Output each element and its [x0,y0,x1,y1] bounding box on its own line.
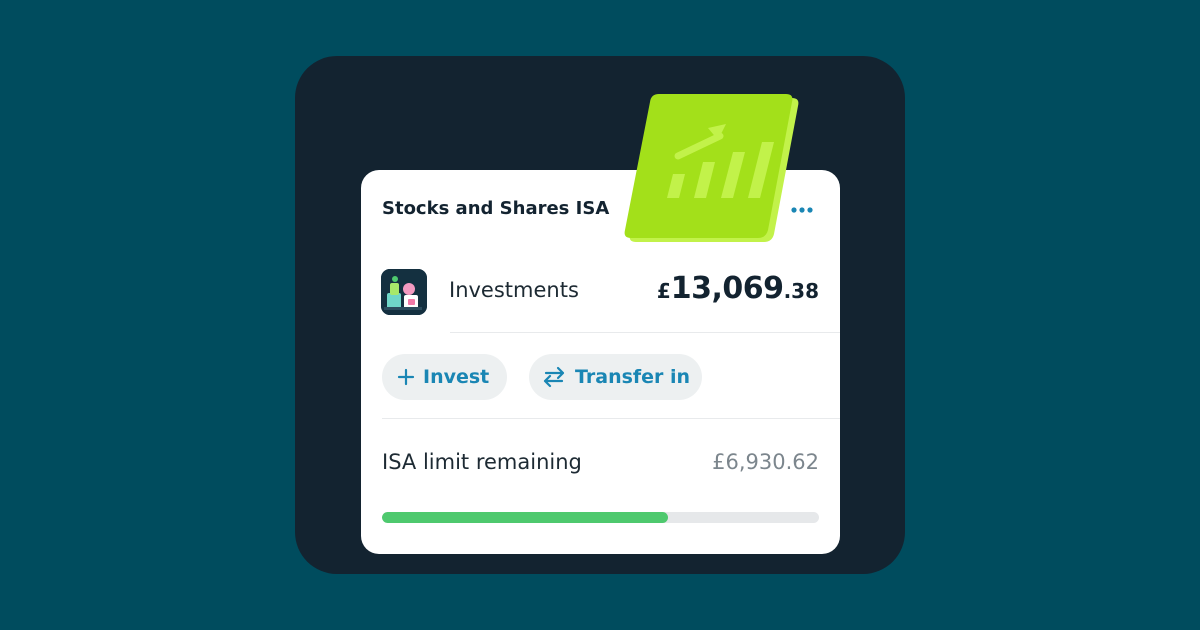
amount-pounds: 13,069 [670,271,784,306]
investments-label: Investments [449,278,579,302]
isa-limit-progress-bar [382,512,819,523]
investments-row[interactable]: Investments £13,069.38 [361,264,840,334]
isa-limit-progress-fill [382,512,668,523]
divider [382,418,840,419]
divider [450,332,840,333]
isa-limit-value: £6,930.62 [712,450,819,474]
isa-limit-label: ISA limit remaining [382,450,582,474]
invest-button-label: Invest [423,366,490,388]
investments-amount: £13,069.38 [657,271,819,306]
transfer-arrows-icon [541,366,567,388]
invest-button[interactable]: Invest [382,354,507,400]
bar-chart-up-arrow-icon [618,92,804,248]
transfer-in-button[interactable]: Transfer in [529,354,702,400]
investments-illustration-icon [381,269,427,315]
amount-pence: .38 [783,279,819,303]
card-title: Stocks and Shares ISA [382,198,610,219]
currency-symbol: £ [656,279,671,303]
transfer-in-button-label: Transfer in [575,366,691,388]
plus-icon [397,368,415,386]
